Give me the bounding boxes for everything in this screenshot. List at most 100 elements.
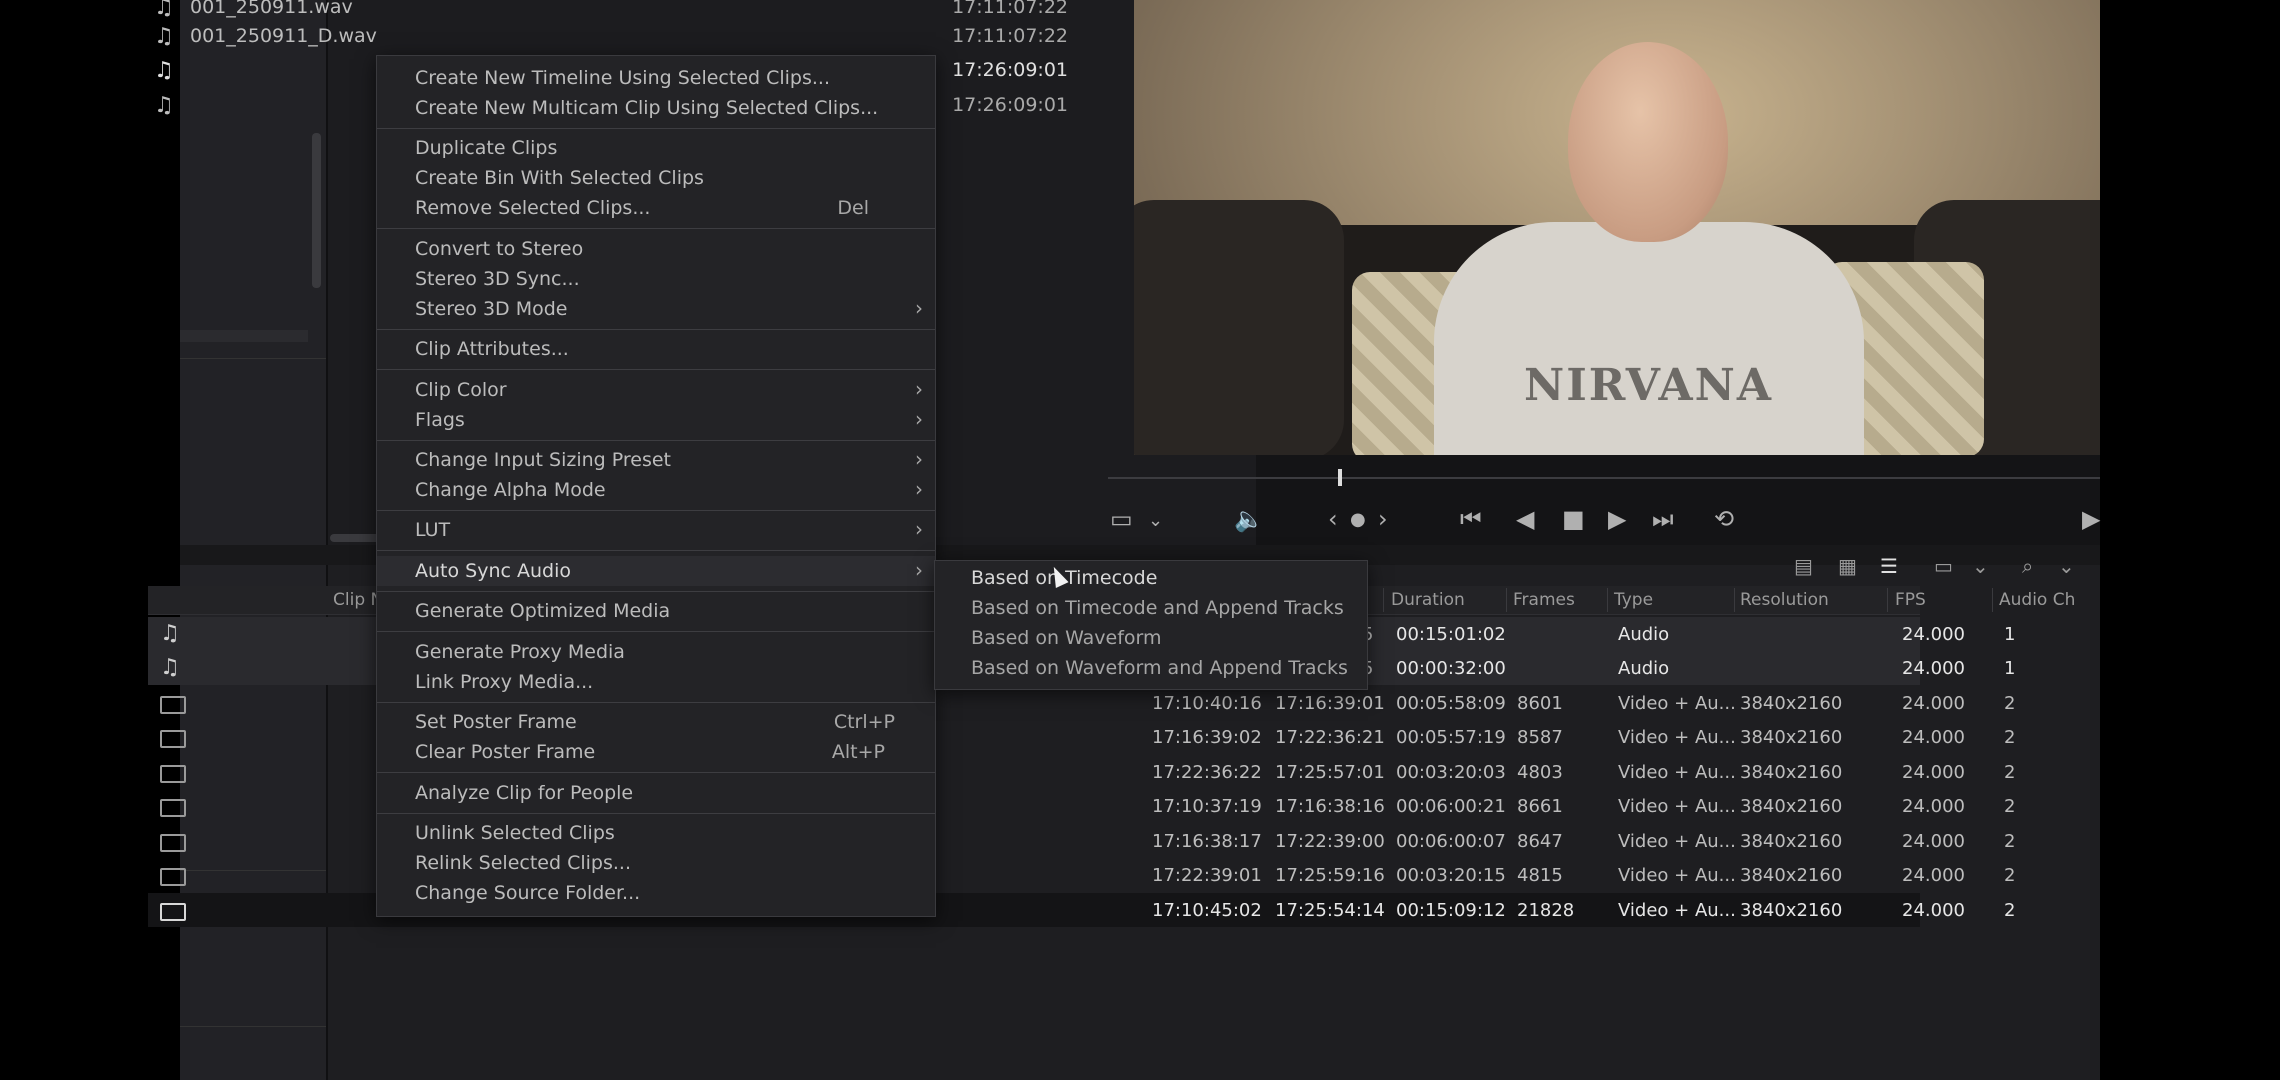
cell-type: Video + Au... (1618, 762, 1736, 783)
bin-list-item[interactable] (180, 330, 308, 342)
loop-icon[interactable]: ⟲ (1714, 505, 1734, 533)
jog-dot-icon[interactable]: ● (1350, 509, 1366, 530)
menu-item-stereo-3d-mode[interactable]: Stereo 3D Mode › (377, 294, 935, 324)
sofa-arm-left (1134, 200, 1344, 455)
menu-item-change-input-sizing-preset[interactable]: Change Input Sizing Preset › (377, 445, 935, 475)
menu-item-remove-selected-clips[interactable]: Remove Selected Clips... Del (377, 193, 935, 223)
menu-divider (377, 228, 935, 229)
menu-item-create-new-multicam-clip[interactable]: Create New Multicam Clip Using Selected … (377, 93, 935, 123)
clip-name: 001_250911_D.wav (190, 25, 377, 47)
menu-item-lut[interactable]: LUT › (377, 515, 935, 545)
column-separator[interactable] (1992, 588, 1993, 612)
clip-timecode: 17:11:07:22 (952, 25, 1068, 47)
menu-item-generate-optimized-media[interactable]: Generate Optimized Media (377, 596, 935, 626)
column-separator[interactable] (1506, 588, 1507, 612)
menu-item-clip-attributes[interactable]: Clip Attributes... (377, 334, 935, 364)
submenu-item-waveform-append-tracks[interactable]: Based on Waveform and Append Tracks (935, 653, 1367, 683)
media-pool-hscrollbar[interactable] (330, 534, 380, 542)
menu-item-flags[interactable]: Flags › (377, 405, 935, 435)
reverse-play-icon[interactable]: ◀ (1516, 505, 1534, 533)
menu-item-convert-to-stereo[interactable]: Convert to Stereo (377, 234, 935, 264)
menu-item-change-alpha-mode[interactable]: Change Alpha Mode › (377, 475, 935, 505)
cell-duration: 00:15:09:12 (1396, 900, 1506, 921)
chevron-right-icon: › (915, 377, 923, 401)
video-clip-icon (160, 834, 186, 852)
cell-audio-ch: 2 (2004, 900, 2016, 921)
menu-item-stereo-3d-sync[interactable]: Stereo 3D Sync... (377, 264, 935, 294)
chevron-down-icon[interactable]: ⌄ (1972, 554, 1989, 578)
cell-audio-ch: 2 (2004, 727, 2016, 748)
cell-end: 17:16:39:01 (1275, 693, 1385, 714)
skip-to-end-icon[interactable]: ⏭ (1652, 505, 1674, 533)
cell-type: Video + Au... (1618, 727, 1736, 748)
cell-fps: 24.000 (1902, 831, 1965, 852)
menu-item-set-poster-frame[interactable]: Set Poster Frame Ctrl+P (377, 707, 935, 737)
menu-item-generate-proxy-media[interactable]: Generate Proxy Media (377, 637, 935, 667)
column-header-frames[interactable]: Frames (1513, 590, 1575, 610)
jog-left-icon[interactable]: ‹ (1328, 505, 1338, 533)
cell-type: Audio (1618, 658, 1670, 679)
cell-resolution: 3840x2160 (1740, 831, 1843, 852)
jog-right-icon[interactable]: › (1378, 505, 1388, 533)
thumbnail-view-icon[interactable]: ▦ (1838, 554, 1857, 578)
play-icon[interactable]: ▶ (1608, 505, 1626, 533)
audio-note-icon: ♫ (160, 655, 180, 680)
shortcut-label: Del (837, 197, 869, 219)
column-separator[interactable] (1383, 588, 1384, 612)
cell-audio-ch: 2 (2004, 831, 2016, 852)
playhead-handle[interactable] (1338, 469, 1342, 486)
video-clip-icon (160, 730, 186, 748)
menu-item-analyze-clip-for-people[interactable]: Analyze Clip for People (377, 778, 935, 808)
menu-divider (377, 591, 935, 592)
clip-timecode: 17:26:09:01 (952, 94, 1068, 116)
cell-resolution: 3840x2160 (1740, 693, 1843, 714)
menu-item-unlink-selected-clips[interactable]: Unlink Selected Clips (377, 818, 935, 848)
viewer-video-frame[interactable]: NIRVANA (1134, 0, 2100, 455)
cell-frames: 8647 (1517, 831, 1563, 852)
cell-start: 17:10:45:02 (1152, 900, 1262, 921)
column-header-resolution[interactable]: Resolution (1740, 590, 1829, 610)
cell-start: 17:10:37:19 (1152, 796, 1262, 817)
submenu-item-based-on-waveform[interactable]: Based on Waveform (935, 623, 1367, 653)
menu-divider (377, 813, 935, 814)
menu-item-link-proxy-media[interactable]: Link Proxy Media... (377, 667, 935, 697)
viewer-options-icon[interactable]: ▭ (1110, 505, 1133, 533)
menu-item-relink-selected-clips[interactable]: Relink Selected Clips... (377, 848, 935, 878)
menu-item-change-source-folder[interactable]: Change Source Folder... (377, 878, 935, 908)
menu-item-create-bin[interactable]: Create Bin With Selected Clips (377, 163, 935, 193)
shortcut-label: Ctrl+P (833, 711, 895, 733)
column-separator[interactable] (1734, 588, 1735, 612)
cell-frames: 8587 (1517, 727, 1563, 748)
cell-frames: 4803 (1517, 762, 1563, 783)
menu-item-clip-color[interactable]: Clip Color › (377, 375, 935, 405)
column-header-audio-channels[interactable]: Audio Ch (1999, 590, 2075, 610)
play-right-edge-icon[interactable]: ▶ (2082, 505, 2100, 533)
column-header-duration[interactable]: Duration (1391, 590, 1465, 610)
media-pool-row[interactable]: ♫ 001_250911_D.wav 17:11:07:22 (148, 19, 1076, 53)
menu-item-clear-poster-frame[interactable]: Clear Poster Frame Alt+P (377, 737, 935, 767)
submenu-item-timecode-append-tracks[interactable]: Based on Timecode and Append Tracks (935, 593, 1367, 623)
speaker-icon[interactable]: 🔈 (1234, 505, 1264, 533)
menu-item-duplicate-clips[interactable]: Duplicate Clips (377, 133, 935, 163)
column-header-type[interactable]: Type (1614, 590, 1653, 610)
cell-audio-ch: 2 (2004, 796, 2016, 817)
chevron-down-icon[interactable]: ⌄ (1148, 510, 1163, 531)
media-pool-scrollbar[interactable] (312, 133, 321, 288)
skip-to-start-icon[interactable]: ⏮ (1460, 505, 1482, 533)
clip-name: 001_250911.wav (190, 0, 353, 18)
metadata-view-icon[interactable]: ▤ (1794, 554, 1813, 578)
column-header-fps[interactable]: FPS (1895, 590, 1926, 610)
clip-view-icon[interactable]: ▭ (1934, 554, 1953, 578)
column-separator[interactable] (1887, 588, 1888, 612)
viewer-scrubber[interactable] (1108, 477, 2100, 479)
search-icon[interactable]: ⌕ (2022, 554, 2033, 578)
stop-icon[interactable]: ■ (1562, 505, 1585, 533)
column-separator[interactable] (1607, 588, 1608, 612)
list-view-icon[interactable]: ☰ (1880, 554, 1898, 578)
submenu-item-based-on-timecode[interactable]: Based on Timecode (935, 563, 1367, 593)
chevron-down-icon[interactable]: ⌄ (2058, 554, 2075, 578)
cell-fps: 24.000 (1902, 865, 1965, 886)
cell-duration: 00:06:00:21 (1396, 796, 1506, 817)
menu-item-create-new-timeline[interactable]: Create New Timeline Using Selected Clips… (377, 63, 935, 93)
menu-item-auto-sync-audio[interactable]: Auto Sync Audio › (377, 556, 935, 586)
